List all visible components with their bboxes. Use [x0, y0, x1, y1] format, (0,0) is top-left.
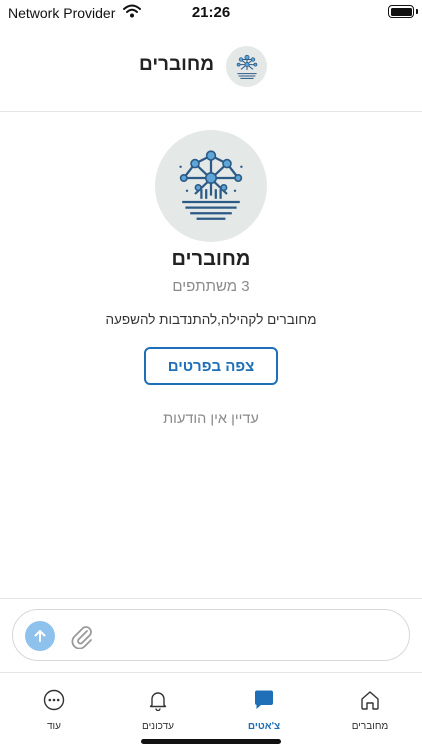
home-indicator: [141, 739, 281, 744]
tab-updates[interactable]: עדכונים: [108, 673, 208, 743]
message-input[interactable]: [105, 618, 395, 652]
battery-icon: [388, 5, 414, 18]
home-icon: [361, 691, 379, 710]
community-logo-icon: [179, 150, 243, 220]
battery-tip: [416, 9, 418, 14]
tab-connected[interactable]: מחוברים: [320, 673, 420, 743]
tab-label: מחוברים: [351, 721, 389, 732]
bottom-tab-bar: עוד עדכונים צ'אטים מחוברים: [0, 672, 422, 750]
chat-header: מחוברים: [0, 26, 422, 112]
group-description: מחוברים לקהילה,להתנדבות להשפעה: [105, 312, 317, 327]
status-bar: Network Provider 21:26: [0, 0, 422, 26]
composer-bar: [0, 598, 422, 672]
tab-more[interactable]: עוד: [4, 673, 104, 743]
tab-label: עוד: [47, 721, 61, 732]
bell-icon: [149, 692, 167, 711]
participants-count: 3 משתתפים: [172, 278, 250, 295]
tab-chats[interactable]: צ'אטים: [214, 673, 314, 743]
group-avatar[interactable]: [155, 130, 267, 242]
tab-label: עדכונים: [142, 721, 174, 732]
status-time: 21:26: [191, 4, 231, 21]
message-composer: [12, 609, 410, 661]
community-logo-icon: [236, 54, 257, 79]
tab-label: צ'אטים: [247, 721, 281, 732]
empty-messages-text: עדיין אין הודעות: [163, 411, 259, 427]
header-avatar[interactable]: [226, 46, 267, 87]
send-button[interactable]: [25, 621, 55, 651]
more-icon: [43, 689, 65, 711]
group-name: מחוברים: [171, 248, 251, 270]
view-details-button[interactable]: צפה בפרטים: [144, 347, 278, 385]
arrow-up-icon: [34, 630, 46, 642]
header-title: מחוברים: [139, 54, 214, 75]
attach-button[interactable]: [67, 620, 97, 652]
paperclip-icon: [71, 626, 92, 649]
chat-icon: [255, 690, 273, 709]
